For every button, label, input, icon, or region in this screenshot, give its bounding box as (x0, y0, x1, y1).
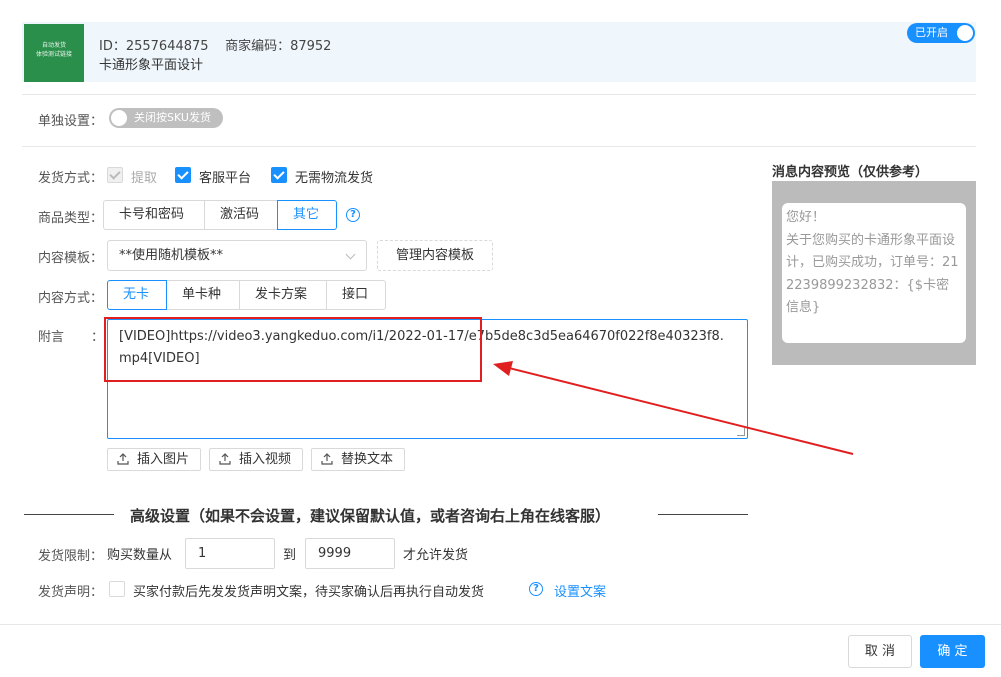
method-single-card[interactable]: 单卡种 (166, 280, 240, 310)
max-quantity-input[interactable]: 9999 (305, 538, 395, 569)
divider (22, 94, 976, 95)
note-textarea[interactable]: [VIDEO]https://video3.yangkeduo.com/i1/2… (107, 319, 748, 439)
extract-checkbox[interactable] (107, 167, 123, 183)
product-header: 自动发货 体验测试链接 ID：2557644875 商家编码：87952 卡通形… (22, 22, 976, 82)
template-select[interactable]: **使用随机模板** (107, 240, 367, 271)
toggle-knob (111, 110, 127, 126)
limit-suffix: 才允许发货 (403, 548, 469, 563)
note-colon: ： (91, 330, 105, 345)
no-logistics-checkbox[interactable] (271, 167, 287, 183)
content-method-label: 内容方式： (38, 291, 104, 306)
method-api[interactable]: 接口 (326, 280, 386, 310)
product-name: 卡通形象平面设计 (99, 58, 204, 73)
method-card-plan[interactable]: 发卡方案 (239, 280, 327, 310)
preview-message: 您好！ 关于您购买的卡通形象平面设计，已购买成功，订单号：21223989923… (782, 203, 966, 343)
insert-video-button[interactable]: 插入视频 (209, 448, 303, 471)
no-logistics-label: 无需物流发货 (295, 171, 374, 186)
min-quantity-input[interactable]: 1 (185, 538, 275, 569)
product-thumbnail: 自动发货 体验测试链接 (24, 24, 84, 82)
limit-prefix: 购买数量从 (107, 548, 173, 563)
type-other[interactable]: 其它 (277, 200, 337, 230)
upload-icon (117, 453, 129, 465)
advanced-divider-right (658, 514, 748, 515)
delivery-limit-label: 发货限制： (38, 549, 104, 564)
confirm-button[interactable]: 确 定 (920, 635, 985, 668)
type-activation-code[interactable]: 激活码 (204, 200, 278, 230)
divider (22, 146, 976, 147)
delivery-method-label: 发货方式： (38, 171, 104, 186)
preview-title: 消息内容预览（仅供参考） (772, 165, 929, 180)
type-card-password[interactable]: 卡号和密码 (103, 200, 205, 230)
advanced-divider-left (24, 514, 114, 515)
insert-image-button[interactable]: 插入图片 (107, 448, 201, 471)
toggle-knob (957, 25, 973, 41)
individual-setting-label: 单独设置： (38, 114, 104, 129)
statement-text: 买家付款后先发发货声明文案，待买家确认后再执行自动发货 (133, 585, 485, 600)
toggle-label: 已开启 (915, 26, 948, 39)
note-label: 附言 (38, 330, 65, 345)
advanced-settings-title: 高级设置（如果不会设置，建议保留默认值，或者咨询右上角在线客服） (130, 507, 611, 525)
question-icon[interactable]: ? (346, 208, 360, 222)
customer-service-checkbox[interactable] (175, 167, 191, 183)
product-id-line: ID：2557644875 商家编码：87952 (99, 39, 332, 54)
upload-icon (219, 453, 231, 465)
toggle-label: 关闭按SKU发货 (134, 111, 211, 124)
method-no-card[interactable]: 无卡 (107, 280, 167, 310)
product-type-segmented: 卡号和密码 激活码 其它 (103, 200, 337, 230)
replace-text-button[interactable]: 替换文本 (311, 448, 405, 471)
chevron-down-icon (345, 249, 356, 260)
set-statement-link[interactable]: 设置文案 (554, 581, 606, 600)
product-type-label: 商品类型： (38, 211, 104, 226)
footer-divider (0, 624, 1001, 625)
statement-checkbox[interactable] (109, 581, 125, 597)
replace-text-label: 替换文本 (341, 452, 394, 467)
auto-delivery-toggle[interactable]: 已开启 (907, 23, 975, 43)
insert-video-label: 插入视频 (239, 452, 292, 467)
insert-image-label: 插入图片 (137, 452, 190, 467)
template-selected-value: **使用随机模板** (119, 248, 224, 263)
content-method-segmented: 无卡 单卡种 发卡方案 接口 (107, 280, 386, 310)
manage-template-button[interactable]: 管理内容模板 (377, 240, 493, 271)
customer-service-label: 客服平台 (199, 171, 252, 186)
cancel-button[interactable]: 取 消 (848, 635, 912, 668)
preview-frame: 您好！ 关于您购买的卡通形象平面设计，已购买成功，订单号：21223989923… (772, 181, 976, 365)
limit-to: 到 (283, 548, 297, 563)
content-template-label: 内容模板： (38, 251, 104, 266)
question-icon[interactable]: ? (529, 582, 543, 596)
statement-label: 发货声明： (38, 585, 104, 600)
upload-icon (321, 453, 333, 465)
sku-delivery-toggle[interactable]: 关闭按SKU发货 (109, 108, 223, 128)
extract-label: 提取 (131, 171, 158, 186)
